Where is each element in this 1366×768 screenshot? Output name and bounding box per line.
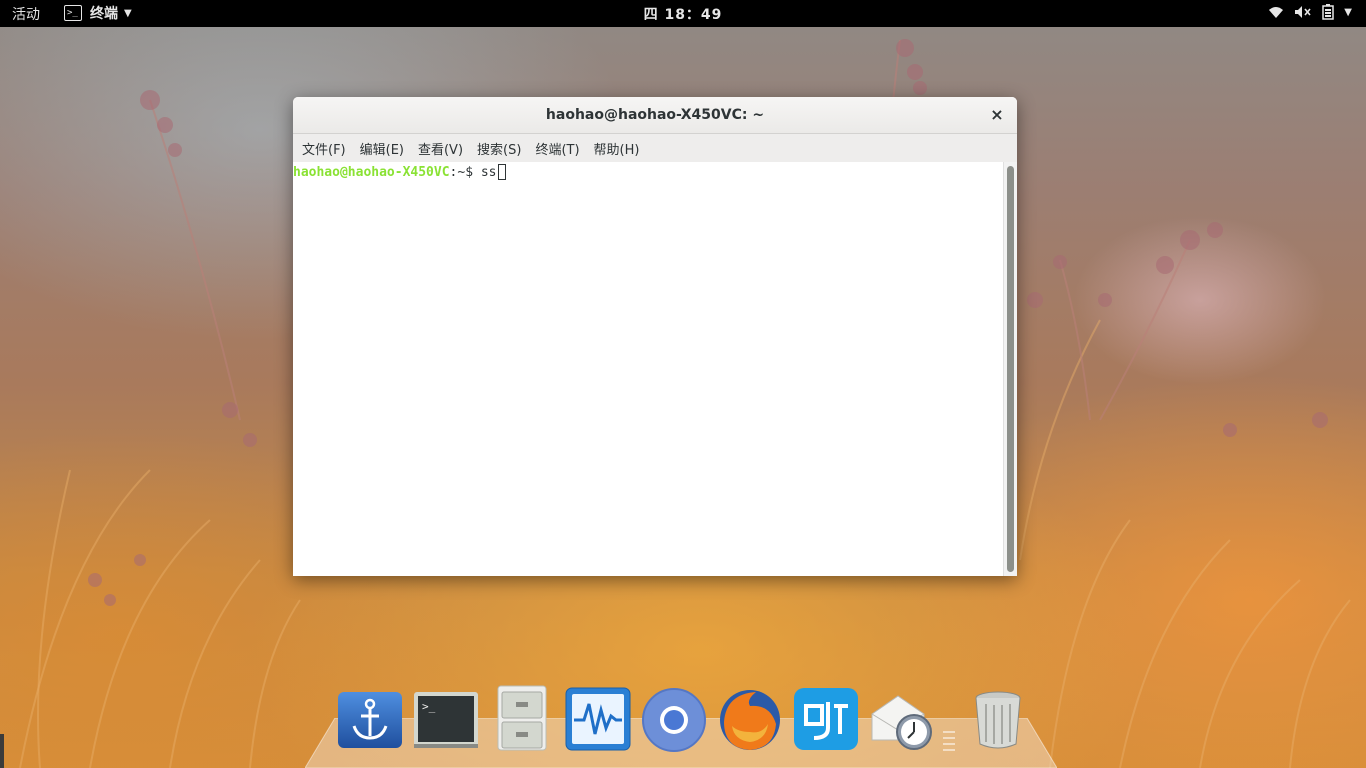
hot-corner-edge: [0, 734, 4, 768]
system-tray[interactable]: ▼: [1268, 4, 1352, 20]
prompt-path: :~$: [449, 164, 481, 180]
menu-view[interactable]: 查看(V): [412, 139, 469, 158]
prompt-user-host: haohao@haohao-X450VC: [293, 164, 450, 180]
text-cursor: [497, 164, 506, 180]
clock[interactable]: 四 18：49: [0, 4, 1366, 24]
dock-item-anchor[interactable]: [336, 684, 404, 752]
dock-item-input-method[interactable]: [792, 684, 860, 752]
dock-item-firefox[interactable]: [716, 684, 784, 752]
menu-edit[interactable]: 编辑(E): [354, 139, 410, 158]
scrollbar-thumb[interactable]: [1007, 166, 1014, 572]
svg-text:>_: >_: [422, 700, 436, 713]
anchor-icon: [338, 692, 402, 748]
dock-item-system-monitor[interactable]: [564, 684, 632, 752]
dock-item-files[interactable]: [488, 684, 556, 752]
chromium-icon: [642, 688, 706, 752]
menu-bar: 文件(F) 编辑(E) 查看(V) 搜索(S) 终端(T) 帮助(H): [293, 134, 1017, 163]
trash-icon: [975, 691, 1021, 749]
window-title: haohao@haohao-X450VC: ~: [545, 107, 765, 123]
system-monitor-icon: [565, 687, 631, 751]
typed-command: ss: [480, 164, 497, 180]
menu-terminal[interactable]: 终端(T): [529, 139, 585, 158]
menu-search[interactable]: 搜索(S): [471, 139, 527, 158]
dock-item-trash[interactable]: [964, 684, 1032, 752]
terminal-icon: >_: [414, 692, 478, 748]
dock-separator: [943, 731, 955, 751]
menu-file[interactable]: 文件(F): [296, 139, 352, 158]
ime-icon: [794, 688, 858, 750]
close-button[interactable]: ×: [987, 105, 1007, 125]
dock-item-mail-scheduler[interactable]: [868, 684, 936, 752]
dock-item-chromium[interactable]: [640, 684, 708, 752]
dock: >_: [330, 684, 1040, 768]
caret-down-icon[interactable]: ▼: [1344, 7, 1352, 18]
menu-help[interactable]: 帮助(H): [588, 139, 646, 158]
top-panel: 活动 >_ 终端 ▼ 四 18：49 ▼: [0, 0, 1366, 27]
battery-icon[interactable]: [1322, 4, 1335, 20]
mail-clock-icon: [871, 695, 932, 750]
wifi-icon[interactable]: [1268, 5, 1284, 19]
firefox-icon: [720, 690, 780, 750]
window-titlebar[interactable]: haohao@haohao-X450VC: ~ ×: [293, 97, 1017, 134]
terminal-output[interactable]: haohao@haohao-X450VC:~$ ss: [293, 162, 1017, 576]
dock-item-terminal[interactable]: >_: [412, 684, 480, 752]
scrollbar[interactable]: [1003, 162, 1017, 576]
file-cabinet-icon: [497, 685, 547, 751]
volume-muted-icon[interactable]: [1294, 5, 1312, 19]
terminal-window[interactable]: haohao@haohao-X450VC: ~ × 文件(F) 编辑(E) 查看…: [293, 97, 1017, 576]
prompt-line: haohao@haohao-X450VC:~$ ss: [293, 164, 506, 180]
